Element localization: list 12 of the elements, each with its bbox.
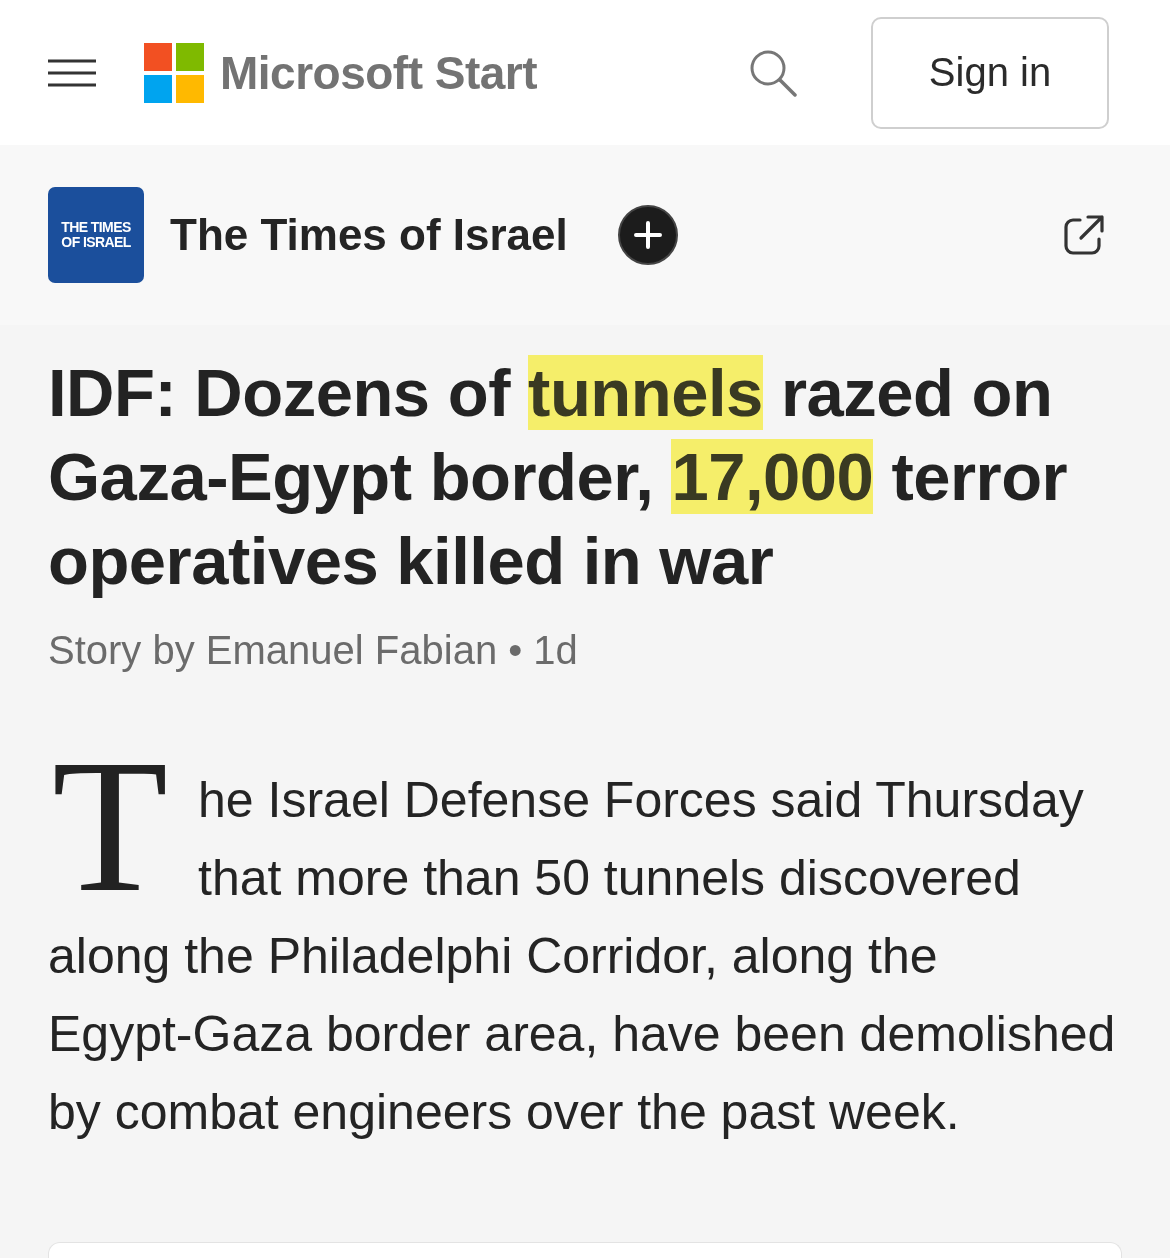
article-headline: IDF: Dozens of tunnels razed on Gaza-Egypt border, 17,000 terror operatives killed in war <box>48 354 1069 600</box>
article-paragraph: The Israel Defense Forces said Thursday that more than 50 tunnels discovered along the Philadelphi Corridor, along the Egypt-Gaza border area, have been demolished by combat engineers over the past week. <box>48 761 1117 1142</box>
plus-icon <box>632 220 663 250</box>
publisher-logo-text: THE TIMES OF ISRAEL <box>60 220 132 250</box>
search-icon[interactable] <box>749 48 797 97</box>
four-squares-logo-icon <box>144 42 204 103</box>
sign-in-button[interactable]: Sign in <box>871 16 1109 129</box>
article-byline: Story by Emanuel Fabian • 1d <box>48 627 579 674</box>
external-link-icon[interactable] <box>1063 214 1105 256</box>
brand-name: Microsoft Start <box>220 45 538 100</box>
publisher-name[interactable]: The Times of Israel <box>170 210 568 260</box>
menu-icon[interactable] <box>48 58 96 87</box>
